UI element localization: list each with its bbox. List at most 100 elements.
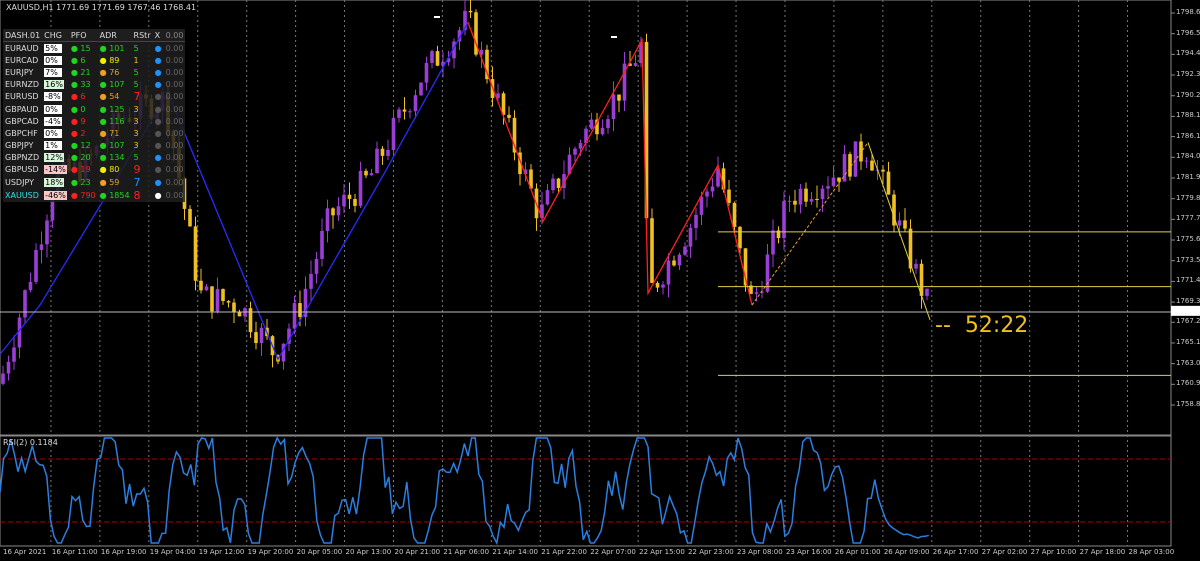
- price-tick: 1786.10: [1176, 131, 1200, 140]
- time-tick: 23 Apr 16:00: [785, 548, 832, 556]
- row-chg: 1%: [42, 139, 69, 151]
- row-dot-icon: ●: [154, 79, 162, 89]
- row-pfo: ● 2: [70, 128, 86, 138]
- dashboard-row[interactable]: EURNZD 16% ● 33 ● 107 5 ● 0.00: [3, 78, 186, 90]
- time-tick: 22 Apr 15:00: [639, 548, 685, 556]
- row-value: 0.00: [165, 152, 184, 162]
- price-tick: 1775.60: [1176, 235, 1200, 244]
- row-pfo: ● 19: [70, 165, 91, 174]
- row-pfo: ● 20: [70, 152, 91, 162]
- price-tick: 1769.30: [1176, 297, 1200, 306]
- row-rstr: 3: [133, 128, 139, 138]
- dashboard-row[interactable]: GBPNZD 12% ● 20 ● 134 5 ● 0.00: [3, 151, 186, 163]
- time-tick: 19 Apr 12:00: [198, 548, 245, 556]
- dashboard-row[interactable]: GBPAUD 0% ● 0 ● 125 3 ● 0.00: [3, 103, 186, 115]
- time-tick: 16 Apr 11:00: [51, 548, 98, 556]
- row-symbol[interactable]: GBPAUD: [3, 103, 42, 115]
- row-value: 0.00: [165, 55, 184, 65]
- row-value: 0.00: [165, 191, 184, 200]
- dashboard-row[interactable]: EURCAD 0% ● 6 ● 89 1 ● 0.00: [3, 54, 186, 66]
- time-tick: 16 Apr 19:00: [100, 548, 147, 556]
- price-tick: 1763.05: [1176, 358, 1200, 367]
- time-tick: 27 Apr 10:00: [1030, 548, 1077, 556]
- row-symbol[interactable]: EURCAD: [3, 54, 42, 66]
- row-value: 0.00: [165, 104, 184, 114]
- price-tick: 1760.95: [1176, 379, 1200, 388]
- dashboard-row[interactable]: EURJPY 7% ● 21 ● 76 5 ● 0.00: [3, 66, 186, 78]
- price-tick: 1767.25: [1176, 317, 1200, 326]
- row-adr: ● 76: [99, 67, 120, 77]
- time-tick: 26 Apr 09:00: [883, 548, 930, 556]
- price-tick: 1765.15: [1176, 337, 1200, 346]
- close-x[interactable]: X: [152, 29, 164, 42]
- row-dot-icon: ●: [154, 43, 162, 53]
- row-dot-icon: ●: [154, 104, 162, 114]
- row-chg: -14%: [44, 165, 67, 174]
- row-dot-icon: ●: [154, 140, 162, 150]
- time-tick: 27 Apr 18:00: [1079, 548, 1126, 556]
- dashboard-header: DASH.01 CHG PFO ADR RStr X 0.00: [3, 29, 186, 42]
- dashboard-row[interactable]: GBPUSD -14% ● 19 ● 80 9 ● 0.00: [3, 163, 186, 176]
- row-rstr: 1: [133, 55, 139, 65]
- row-symbol[interactable]: USDJPY: [3, 176, 42, 189]
- row-pfo: ● 6: [70, 55, 86, 65]
- symbol-title: XAUUSD,H1 1771.69 1771.69 1767.46 1768.4…: [6, 3, 197, 12]
- price-tick: 1790.25: [1176, 90, 1200, 99]
- row-symbol[interactable]: GBPUSD: [3, 163, 42, 176]
- row-symbol[interactable]: XAUUSD: [3, 189, 42, 202]
- row-dot-icon: ●: [154, 152, 162, 162]
- row-pfo: ● 12: [70, 140, 91, 150]
- row-symbol[interactable]: GBPNZD: [3, 151, 42, 163]
- row-dot-icon: ●: [154, 55, 162, 65]
- row-chg: 5%: [42, 42, 69, 55]
- timer-value: 52:22: [964, 313, 1029, 338]
- row-pfo: ● 0: [70, 104, 86, 114]
- price-tick: 1788.15: [1176, 111, 1200, 120]
- row-chg: 16%: [44, 79, 64, 89]
- price-tick: 1796.55: [1176, 28, 1200, 37]
- time-tick: 20 Apr 13:00: [345, 548, 392, 556]
- row-adr: ● 59: [99, 178, 120, 187]
- time-tick: 21 Apr 14:00: [492, 548, 538, 556]
- time-tick: 21 Apr 22:00: [541, 548, 587, 556]
- col-chg: CHG: [42, 29, 69, 42]
- row-adr: ● 116: [99, 116, 125, 126]
- row-pfo: ● 9: [70, 116, 86, 126]
- dashboard-row[interactable]: USDJPY 18% ● 23 ● 59 7 ● 0.00: [3, 176, 186, 189]
- price-tick: 1777.70: [1176, 214, 1200, 223]
- row-pfo: ● 15: [70, 43, 91, 53]
- row-rstr: 5: [133, 43, 139, 53]
- price-tick: 1781.90: [1176, 172, 1200, 181]
- row-symbol[interactable]: EURNZD: [3, 78, 42, 90]
- dashboard-row[interactable]: XAUUSD -46% ● 790 ● 1854 8 ● 0.00: [3, 189, 186, 202]
- timer-prefix: --: [935, 313, 951, 338]
- dashboard-row[interactable]: EURUSD -8% ● 6 ● 54 7 ● 0.00: [3, 90, 186, 103]
- dashboard-row[interactable]: GBPCAD -4% ● 9 ● 116 3 ● 0.00: [3, 115, 186, 127]
- time-tick: 23 Apr 08:00: [737, 548, 783, 556]
- price-tick: 1758.85: [1176, 400, 1200, 408]
- row-chg: -46%: [44, 191, 67, 200]
- col-rstr: RStr: [131, 29, 153, 42]
- row-symbol[interactable]: GBPJPY: [3, 139, 42, 151]
- row-value: 0.00: [165, 43, 184, 53]
- time-tick: 28 Apr 03:00: [1128, 548, 1175, 556]
- row-symbol[interactable]: GBPCAD: [3, 115, 42, 127]
- row-rstr: 3: [133, 140, 139, 150]
- price-tick: 1779.80: [1176, 193, 1200, 202]
- row-chg: 7%: [42, 66, 69, 78]
- row-adr: ● 107: [99, 140, 125, 150]
- dashboard-row[interactable]: GBPCHF 0% ● 2 ● 71 3 ● 0.00: [3, 127, 186, 139]
- candle-timer: -- 52:22: [935, 313, 1028, 338]
- row-rstr: 5: [133, 79, 139, 89]
- dashboard-row[interactable]: EURAUD 5% ● 15 ● 101 5 ● 0.00: [3, 41, 186, 55]
- row-symbol[interactable]: EURUSD: [3, 90, 42, 103]
- row-pfo: ● 6: [70, 92, 86, 101]
- row-symbol[interactable]: EURAUD: [3, 42, 42, 55]
- dash-title[interactable]: DASH.01: [3, 29, 43, 42]
- dashboard-row[interactable]: GBPJPY 1% ● 12 ● 107 3 ● 0.00: [3, 139, 186, 151]
- row-pfo: ● 21: [70, 67, 91, 77]
- time-tick: 20 Apr 21:00: [394, 548, 441, 556]
- row-symbol[interactable]: EURJPY: [3, 66, 42, 78]
- row-rstr: 7: [133, 176, 141, 189]
- row-symbol[interactable]: GBPCHF: [3, 127, 42, 139]
